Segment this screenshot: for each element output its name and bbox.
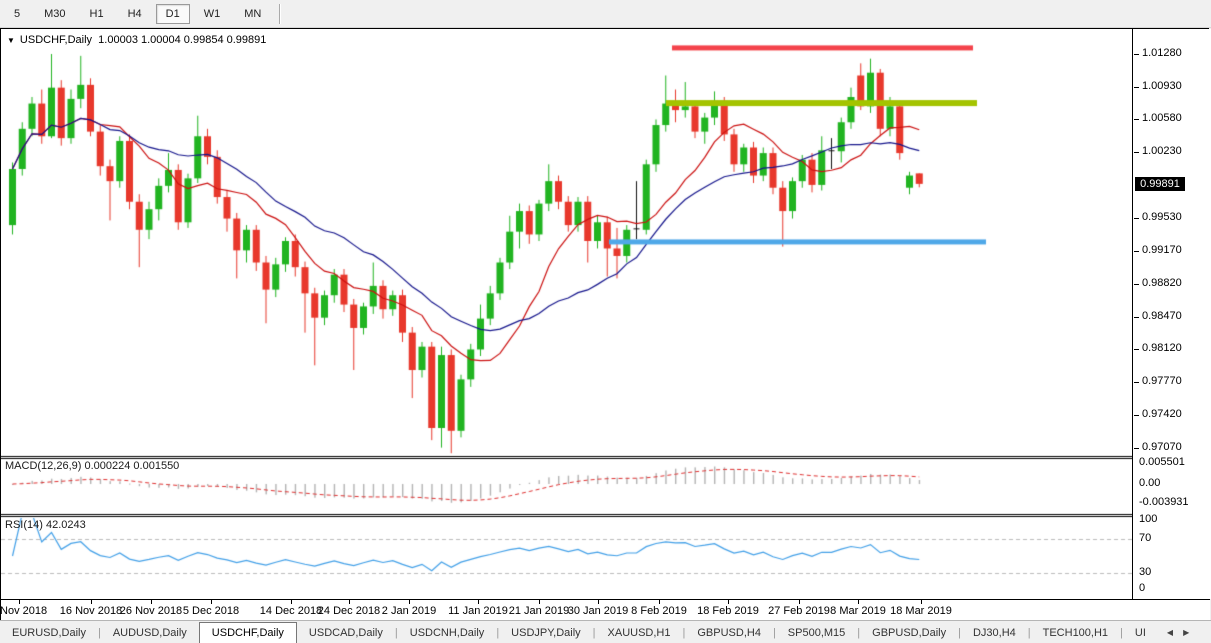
- chart-tab-audusd-daily[interactable]: AUDUSD,Daily: [101, 624, 199, 643]
- timeframe-button-w1[interactable]: W1: [194, 4, 231, 24]
- date-axis[interactable]: 7 Nov 201816 Nov 201826 Nov 20185 Dec 20…: [1, 599, 1210, 621]
- timeframe-button-h1[interactable]: H1: [80, 4, 114, 24]
- chart-tab-eurusd-daily[interactable]: EURUSD,Daily: [0, 624, 98, 643]
- price-axis-tick: 1.01280: [1142, 47, 1182, 59]
- date-axis-tick: [211, 600, 212, 604]
- date-axis-tick: [409, 600, 410, 604]
- price-chart-canvas[interactable]: [1, 29, 1132, 599]
- chart-tab-usdchf-daily[interactable]: USDCHF,Daily: [199, 622, 297, 643]
- chart-tab-usdjpy-daily[interactable]: USDJPY,Daily: [499, 624, 593, 643]
- price-axis-tick: 0.97420: [1142, 408, 1182, 420]
- chart-tab-usdcnh-daily[interactable]: USDCNH,Daily: [398, 624, 497, 643]
- date-axis-tick: [858, 600, 859, 604]
- chart-tab-xauusd-h1[interactable]: XAUUSD,H1: [596, 624, 683, 643]
- chart-tab-tech100-h1[interactable]: TECH100,H1: [1031, 624, 1120, 643]
- macd-axis-tick: -0.003931: [1139, 496, 1189, 508]
- price-axis-tick: 1.00930: [1142, 80, 1182, 92]
- chart-tab-gbpusd-h4[interactable]: GBPUSD,H4: [685, 624, 773, 643]
- rsi-indicator-label: RSI(14) 42.0243: [5, 519, 86, 531]
- rsi-axis-tick: 30: [1139, 566, 1151, 578]
- macd-indicator-label: MACD(12,26,9) 0.000224 0.001550: [5, 460, 179, 472]
- chart-tab-ui[interactable]: UI: [1123, 624, 1158, 643]
- chart-title: ▼ USDCHF,Daily 1.00003 1.00004 0.99854 0.…: [7, 34, 266, 46]
- date-axis-label: 2 Jan 2019: [369, 605, 449, 617]
- price-axis[interactable]: 0.99891 1.01280 1.00930 1.00580 1.00230 0.99…: [1132, 29, 1211, 599]
- chart-tab-sp500-m15[interactable]: SP500,M15: [776, 624, 857, 643]
- tab-scroll-right-icon[interactable]: ▶: [1178, 628, 1194, 637]
- date-axis-label: 5 Dec 2018: [171, 605, 251, 617]
- chart-window: ▼ USDCHF,Daily 1.00003 1.00004 0.99854 0.…: [0, 28, 1209, 620]
- rsi-value: 42.0243: [46, 519, 86, 531]
- price-axis-tick: 0.98470: [1142, 310, 1182, 322]
- timeframe-toolbar: 5M30H1H4D1W1MN: [0, 0, 1211, 28]
- macd-values: 0.000224 0.001550: [84, 460, 179, 472]
- price-axis-tick: 0.99530: [1142, 211, 1182, 223]
- toolbar-separator: [279, 4, 281, 24]
- date-axis-tick: [728, 600, 729, 604]
- macd-axis-tick: 0.00: [1139, 477, 1160, 489]
- rsi-axis-tick: 100: [1139, 513, 1157, 525]
- timeframe-button-h4[interactable]: H4: [118, 4, 152, 24]
- chart-dropdown-icon[interactable]: ▼: [7, 36, 15, 45]
- price-axis-tick: 0.97070: [1142, 441, 1182, 453]
- date-axis-label: 18 Mar 2019: [881, 605, 961, 617]
- rsi-axis-tick: 0: [1139, 582, 1145, 594]
- chart-ohlc-values: 1.00003 1.00004 0.99854 0.99891: [98, 34, 266, 46]
- rsi-axis-tick: 70: [1139, 532, 1151, 544]
- date-axis-label: 18 Feb 2019: [688, 605, 768, 617]
- chart-tab-dj30-h4[interactable]: DJ30,H4: [961, 624, 1028, 643]
- timeframe-button-m30[interactable]: M30: [34, 4, 75, 24]
- price-axis-tick: 0.97770: [1142, 375, 1182, 387]
- date-axis-tick: [659, 600, 660, 604]
- date-axis-tick: [598, 600, 599, 604]
- timeframe-button-5[interactable]: 5: [4, 4, 30, 24]
- date-axis-tick: [799, 600, 800, 604]
- timeframe-button-mn[interactable]: MN: [234, 4, 271, 24]
- tab-scroll-arrows: ◀▶: [1162, 621, 1194, 643]
- price-axis-tick: 0.98120: [1142, 342, 1182, 354]
- current-price-badge: 0.99891: [1135, 177, 1185, 191]
- date-axis-tick: [478, 600, 479, 604]
- macd-axis-tick: 0.005501: [1139, 456, 1185, 468]
- price-axis-tick: 1.00230: [1142, 145, 1182, 157]
- date-axis-tick: [151, 600, 152, 604]
- date-axis-tick: [539, 600, 540, 604]
- date-axis-tick: [291, 600, 292, 604]
- chart-tab-bar: EURUSD,Daily|AUDUSD,DailyUSDCHF,DailyUSD…: [0, 620, 1211, 643]
- chart-tab-gbpusd-daily[interactable]: GBPUSD,Daily: [860, 624, 958, 643]
- date-axis-tick: [921, 600, 922, 604]
- date-axis-tick: [19, 600, 20, 604]
- chart-symbol-label: USDCHF,Daily: [20, 34, 92, 46]
- price-axis-tick: 1.00580: [1142, 112, 1182, 124]
- chart-tab-usdcad-daily[interactable]: USDCAD,Daily: [297, 624, 395, 643]
- date-axis-label: 8 Feb 2019: [619, 605, 699, 617]
- date-axis-tick: [91, 600, 92, 604]
- date-axis-tick: [349, 600, 350, 604]
- tab-scroll-left-icon[interactable]: ◀: [1162, 628, 1178, 637]
- price-axis-tick: 0.99170: [1142, 244, 1182, 256]
- price-axis-tick: 0.98820: [1142, 277, 1182, 289]
- timeframe-button-d1[interactable]: D1: [156, 4, 190, 24]
